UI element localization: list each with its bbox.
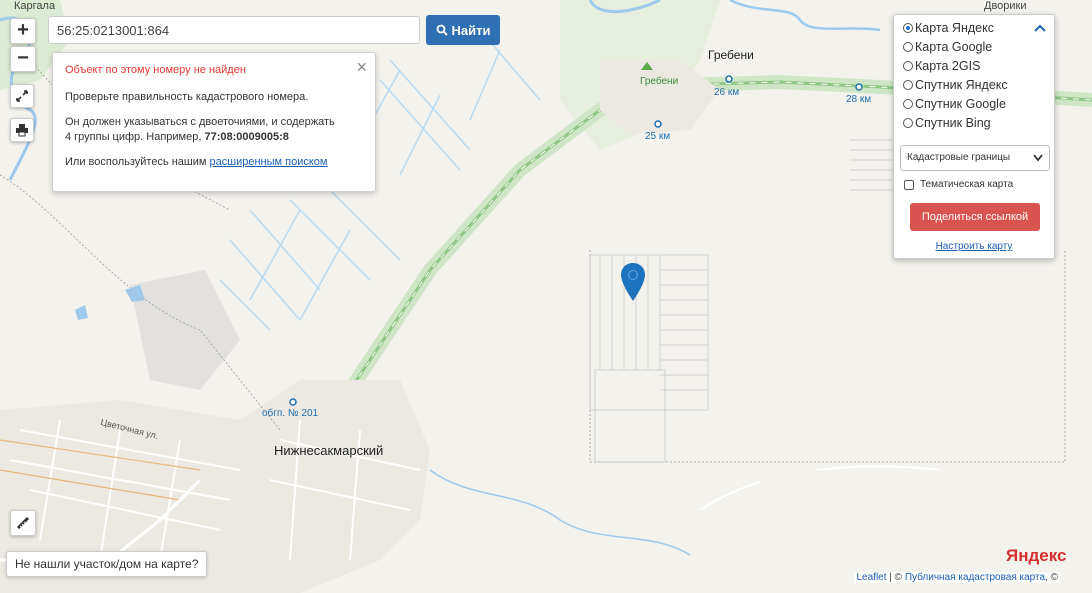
cadastral-search-input[interactable]: 56:25:0213001:864 — [48, 16, 420, 44]
popup-advanced-search-line: Или воспользуйтесь нашим расширенным пои… — [65, 155, 363, 170]
layer-option-yandex-satellite[interactable]: Спутник Яндекс — [903, 78, 1008, 92]
search-icon — [436, 24, 448, 36]
overlay-select[interactable]: Кадастровые границы — [900, 145, 1050, 171]
print-button[interactable] — [10, 118, 34, 142]
ruler-icon — [16, 516, 30, 530]
radio-icon — [903, 42, 913, 52]
share-link-button[interactable]: Поделиться ссылкой — [910, 203, 1040, 231]
expand-icon — [16, 90, 28, 102]
layer-option-label: Карта 2GIS — [915, 59, 981, 73]
chevron-down-icon — [1033, 146, 1043, 180]
popup-format-line-b: 4 группы цифр. Например, — [65, 131, 205, 143]
configure-map-link[interactable]: Настроить карту — [894, 241, 1054, 252]
popup-advanced-prefix: Или воспользуйтесь нашим — [65, 156, 210, 168]
attribution-tail: , © — [1045, 572, 1058, 583]
popup-line-check: Проверьте правильность кадастрового номе… — [65, 91, 309, 103]
collapse-panel-button[interactable] — [1034, 21, 1046, 35]
advanced-search-link[interactable]: расширенным поиском — [210, 156, 328, 168]
ruler-button[interactable] — [10, 510, 36, 536]
radio-icon — [903, 61, 913, 71]
leaflet-link[interactable]: Leaflet — [856, 572, 886, 583]
search-button[interactable]: Найти — [426, 15, 500, 45]
map-canvas[interactable]: Каргала Дворики Гребени Гребени 26 км 28… — [0, 0, 1092, 593]
radio-icon — [903, 80, 913, 90]
pkk-link[interactable]: Публичная кадастровая карта — [905, 572, 1045, 583]
popup-format-example: 77:08:0009005:8 — [204, 131, 289, 143]
radio-icon — [903, 118, 913, 128]
radio-selected-icon — [903, 23, 913, 33]
location-pin-icon[interactable] — [621, 263, 645, 303]
chevron-up-icon — [1034, 24, 1046, 32]
overlay-select-value: Кадастровые границы — [907, 152, 1011, 163]
fullscreen-button[interactable] — [10, 84, 34, 108]
popup-error-message: Объект по этому номеру не найден — [65, 64, 246, 76]
layer-option-label: Карта Google — [915, 40, 993, 54]
layer-option-label: Карта Яндекс — [915, 21, 994, 35]
popup-format-hint: Он должен указываться с двоеточиями, и с… — [65, 115, 363, 145]
not-found-on-map-button[interactable]: Не нашли участок/дом на карте? — [6, 551, 208, 577]
layer-switcher-panel: Карта Яндекс Карта Google Карта 2GIS Спу… — [893, 14, 1055, 259]
layer-option-2gis-map[interactable]: Карта 2GIS — [903, 59, 980, 73]
layer-option-google-satellite[interactable]: Спутник Google — [903, 97, 1006, 111]
checkbox-icon — [904, 179, 914, 190]
yandex-logo: Яндекс — [1006, 546, 1067, 565]
layer-option-yandex-map[interactable]: Карта Яндекс — [903, 21, 994, 35]
attribution-separator: | © — [886, 572, 905, 583]
search-error-popup: × Объект по этому номеру не найден Прове… — [52, 52, 376, 192]
layer-option-label: Спутник Google — [915, 97, 1006, 111]
layer-option-google-map[interactable]: Карта Google — [903, 40, 992, 54]
radio-icon — [903, 99, 913, 109]
layer-option-label: Спутник Bing — [915, 116, 991, 130]
zoom-in-button[interactable]: + — [10, 18, 36, 44]
search-button-label: Найти — [451, 22, 491, 38]
thematic-map-toggle[interactable]: Тематическая карта — [904, 179, 1013, 190]
zoom-out-button[interactable]: − — [10, 46, 36, 72]
thematic-map-label: Тематическая карта — [920, 179, 1014, 190]
popup-close-button[interactable]: × — [356, 57, 367, 78]
popup-format-line-a: Он должен указываться с двоеточиями, и с… — [65, 116, 335, 128]
layer-option-bing-satellite[interactable]: Спутник Bing — [903, 116, 991, 130]
map-attribution: Leaflet | © Публичная кадастровая карта,… — [854, 572, 1060, 583]
layer-option-label: Спутник Яндекс — [915, 78, 1008, 92]
print-icon — [16, 124, 28, 137]
